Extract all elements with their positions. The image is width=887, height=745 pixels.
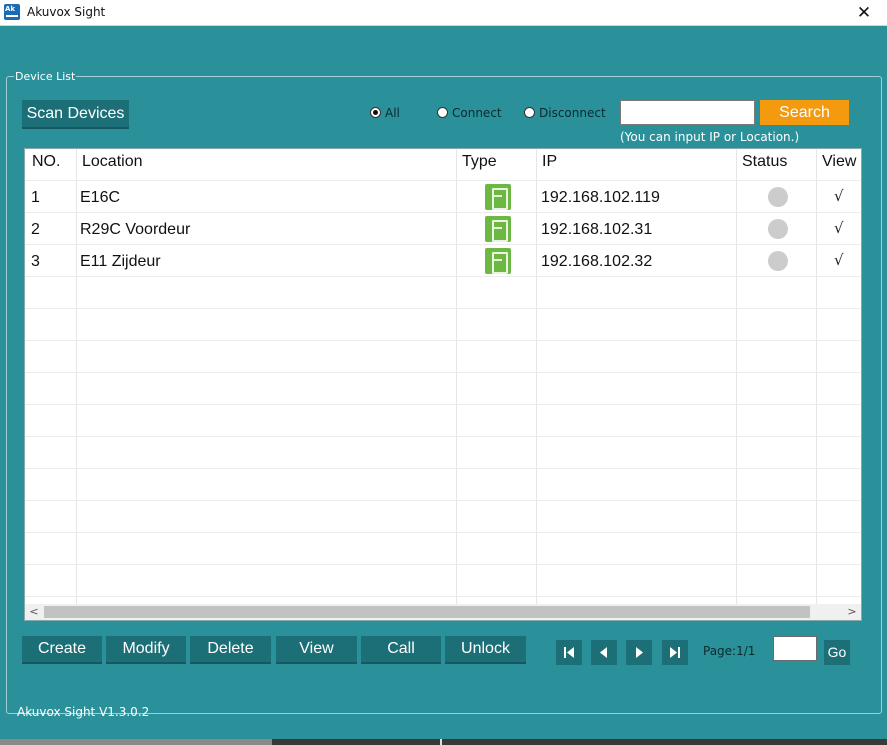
filter-all-label: All [385,106,400,120]
page-number-input[interactable] [773,636,817,661]
cell-no: 3 [31,253,40,270]
empty-row [25,469,861,501]
scroll-right-icon[interactable]: > [844,604,860,620]
delete-button[interactable]: Delete [190,636,271,664]
radio-indicator [524,107,535,118]
door-phone-icon [485,216,511,242]
view-check-icon[interactable]: √ [834,251,844,269]
akuvox-app-icon: Ak [4,4,20,20]
close-button[interactable]: ✕ [841,0,887,26]
empty-row [25,405,861,437]
cell-ip: 192.168.102.32 [541,253,653,270]
cell-no: 2 [31,221,40,238]
page-indicator: Page:1/1 [703,644,756,658]
main-window: Device List Scan Devices All Connect Dis… [0,26,887,739]
view-check-icon[interactable]: √ [834,219,844,237]
desktop-background [0,739,887,745]
first-page-icon [564,647,574,658]
column-header-status[interactable]: Status [742,153,787,171]
cell-ip: 192.168.102.31 [541,221,653,238]
filter-connect-label: Connect [452,106,502,120]
empty-row [25,437,861,469]
empty-row [25,501,861,533]
column-header-ip[interactable]: IP [542,153,557,171]
window-title: Akuvox Sight [27,5,106,19]
scroll-left-icon[interactable]: < [26,604,42,620]
table-row[interactable]: 3 E11 Zijdeur 192.168.102.32 √ [25,245,861,277]
call-button[interactable]: Call [361,636,441,664]
empty-row [25,309,861,341]
empty-row [25,341,861,373]
status-offline-indicator [768,187,788,207]
last-page-icon [670,647,680,658]
version-label: Akuvox Sight V1.3.0.2 [17,705,150,719]
status-offline-indicator [768,251,788,271]
desktop-fragment [440,739,442,745]
search-hint: (You can input IP or Location.) [620,130,800,144]
view-check-icon[interactable]: √ [834,187,844,205]
scan-devices-button[interactable]: Scan Devices [22,100,129,129]
search-button[interactable]: Search [760,100,849,125]
radio-selected-indicator [370,107,381,118]
device-table: NO. Location Type IP Status View 1 E16C … [24,148,862,621]
column-header-location[interactable]: Location [82,153,143,171]
column-header-type[interactable]: Type [462,153,497,171]
cell-location: E16C [80,189,121,206]
filter-disconnect-label: Disconnect [539,106,606,120]
empty-row [25,533,861,565]
device-list-legend: Device List [14,70,77,83]
modify-button[interactable]: Modify [106,636,186,664]
cell-location: R29C Voordeur [80,221,191,238]
empty-row [25,373,861,405]
desktop-fragment [0,739,272,745]
radio-indicator [437,107,448,118]
next-page-button[interactable] [626,640,652,665]
table-header: NO. Location Type IP Status View [25,149,861,181]
go-button[interactable]: Go [824,640,850,665]
column-header-view[interactable]: View [822,153,856,171]
unlock-button[interactable]: Unlock [445,636,526,664]
empty-row [25,277,861,309]
search-input[interactable] [620,100,755,125]
empty-row [25,565,861,597]
previous-page-icon [600,647,607,658]
scrollbar-thumb[interactable] [44,606,810,618]
column-header-no[interactable]: NO. [32,153,60,171]
status-offline-indicator [768,219,788,239]
table-row[interactable]: 2 R29C Voordeur 192.168.102.31 √ [25,213,861,245]
door-phone-icon [485,184,511,210]
cell-ip: 192.168.102.119 [541,189,660,206]
title-bar: Ak Akuvox Sight ✕ [0,0,887,26]
create-button[interactable]: Create [22,636,102,664]
cell-no: 1 [31,189,40,206]
horizontal-scrollbar[interactable]: < > [25,604,861,620]
view-button[interactable]: View [276,636,357,664]
last-page-button[interactable] [662,640,688,665]
first-page-button[interactable] [556,640,582,665]
next-page-icon [636,647,643,658]
door-phone-icon [485,248,511,274]
table-row[interactable]: 1 E16C 192.168.102.119 √ [25,181,861,213]
previous-page-button[interactable] [591,640,617,665]
cell-location: E11 Zijdeur [80,253,161,270]
